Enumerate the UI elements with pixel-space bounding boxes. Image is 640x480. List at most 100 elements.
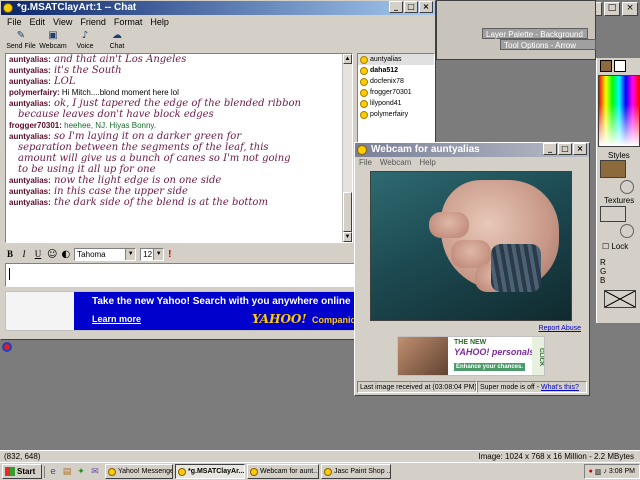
message-text: now the light edge is on one side [53, 175, 222, 186]
menu-edit[interactable]: Edit [30, 15, 46, 29]
voice-button[interactable]: ♪ Voice [69, 29, 101, 51]
lock-icon[interactable]: ☐ [602, 242, 609, 251]
message-sender[interactable]: auntyalias: [9, 132, 51, 141]
background-swatch[interactable] [614, 60, 626, 72]
tool-options-title[interactable]: Tool Options - Arrow [500, 39, 596, 50]
italic-button[interactable]: I [19, 249, 29, 259]
scroll-thumb[interactable] [343, 192, 352, 232]
messenger-tray-icon[interactable]: ● [589, 468, 593, 475]
user-list-item[interactable]: daha512 [358, 65, 434, 76]
message-sender[interactable]: auntyalias: [9, 66, 51, 75]
webcam-titlebar[interactable]: Webcam for auntyalias _ □ × [355, 143, 589, 157]
textures-swatch[interactable] [600, 206, 626, 222]
size-select[interactable]: 12 ▼ [140, 247, 165, 261]
webcam-menu-help[interactable]: Help [419, 157, 435, 169]
chat-message: auntyalias: so I'm laying it on a darker… [6, 131, 352, 142]
message-text: separation between the segments of the l… [18, 142, 269, 153]
textures-toggle-icon[interactable] [620, 224, 634, 238]
message-sender[interactable]: polymerfairy: [9, 88, 60, 97]
styles-toggle-icon[interactable] [620, 180, 634, 194]
message-sender[interactable]: auntyalias: [9, 176, 51, 185]
menu-format[interactable]: Format [114, 15, 143, 29]
color-picker-palette[interactable] [598, 75, 640, 147]
scroll-down-icon[interactable]: ▼ [343, 232, 352, 242]
message-sender[interactable]: auntyalias: [9, 77, 51, 86]
message-sender[interactable]: auntyalias: [9, 55, 51, 64]
font-select[interactable]: Tahoma ▼ [74, 247, 137, 261]
chat-button[interactable]: ☁ Chat [101, 29, 133, 51]
scroll-up-icon[interactable]: ▲ [343, 54, 352, 64]
conversation-pane[interactable]: auntyalias: and that ain't Los Angeles au… [5, 53, 353, 243]
psp-close-button[interactable]: × [622, 2, 638, 16]
chat-close-button[interactable]: × [419, 1, 433, 13]
taskbar-button[interactable]: Jasc Paint Shop ... [321, 464, 391, 479]
foreground-swatch[interactable] [600, 60, 612, 72]
color-preview-box [604, 290, 636, 308]
webcam-status-bar: Last image received at (03:08:04 PM) Sup… [357, 381, 587, 393]
webcam-button[interactable]: ▣ Webcam [37, 29, 69, 51]
psp-tool-icon[interactable] [2, 342, 12, 352]
message-sender[interactable]: auntyalias: [9, 99, 51, 108]
taskbar-button[interactable]: Webcam for aunt... [247, 464, 319, 479]
taskbar-button-label: *g.MSATClayAr... [188, 468, 245, 475]
conversation-scrollbar[interactable]: ▲ ▼ [342, 54, 352, 242]
message-sender[interactable]: auntyalias: [9, 187, 51, 196]
show-desktop-icon[interactable]: ▤ [61, 466, 73, 478]
user-list-item[interactable]: frogger70301 [358, 87, 434, 98]
webcam-minimize-button[interactable]: _ [543, 143, 557, 155]
ad-tagline: Enhance your chances. [454, 363, 526, 371]
underline-button[interactable]: U [33, 249, 43, 259]
clock: 3:08 PM [608, 468, 635, 475]
webcam-menu-file[interactable]: File [359, 157, 372, 169]
user-list-item[interactable]: docfenix78 [358, 76, 434, 87]
message-sender[interactable]: auntyalias: [9, 198, 51, 207]
webcam-maximize-button[interactable]: □ [558, 143, 572, 155]
webcam-menu-webcam[interactable]: Webcam [380, 157, 411, 169]
styles-swatch[interactable] [600, 160, 626, 178]
cursor-coordinates: (832, 648) [4, 452, 41, 461]
menu-view[interactable]: View [53, 15, 72, 29]
whats-this-link[interactable]: What's this? [541, 384, 579, 391]
message-input[interactable] [5, 263, 357, 287]
start-button[interactable]: Start [2, 464, 42, 479]
menu-friend[interactable]: Friend [80, 15, 106, 29]
bold-button[interactable]: B [5, 249, 15, 259]
layer-palette-title[interactable]: Layer Palette - Background [482, 28, 588, 39]
report-abuse-link[interactable]: Report Abuse [539, 325, 581, 332]
user-list-item[interactable]: lilypond41 [358, 98, 434, 109]
windows-taskbar: Start e ▤ ✦ ✉ Yahoo! Messenger *g.MSATCla… [0, 462, 640, 480]
ad-click-button[interactable]: CLICK [532, 337, 544, 375]
alert-icon[interactable]: ! [168, 249, 171, 260]
volume-tray-icon[interactable]: ♪ [603, 468, 607, 475]
emoticon-icon[interactable]: ☺ [47, 249, 57, 260]
menu-help[interactable]: Help [150, 15, 169, 29]
internet-explorer-icon[interactable]: e [47, 466, 59, 478]
taskbar-button[interactable]: Yahoo! Messenger [105, 464, 173, 479]
color-icon[interactable]: ◐ [61, 249, 70, 260]
psp-maximize-button[interactable]: □ [604, 2, 620, 16]
taskbar-button[interactable]: *g.MSATClayAr... [175, 464, 245, 479]
chat-message: auntyalias: it's the South [6, 65, 352, 76]
yahoo-personals-ad[interactable]: THE NEW YAHOO! personals Enhance your ch… [397, 336, 545, 376]
user-status-icon [360, 55, 368, 64]
network-tray-icon[interactable]: ▥ [595, 468, 602, 476]
outlook-icon[interactable]: ✉ [89, 466, 101, 478]
learn-more-link[interactable]: Learn more [92, 314, 141, 324]
user-name: lilypond41 [370, 100, 402, 107]
webcam-window-icon [357, 145, 367, 155]
user-list-item[interactable]: auntyalias [358, 54, 434, 65]
user-list-item[interactable]: polymerfairy [358, 109, 434, 120]
chat-maximize-button[interactable]: □ [404, 1, 418, 13]
windows-logo-icon [5, 467, 15, 476]
message-sender[interactable]: frogger70301: [9, 121, 62, 130]
webcam-close-button[interactable]: × [573, 143, 587, 155]
user-name: polymerfairy [370, 111, 409, 118]
yahoo-search-ad[interactable]: Take the new Yahoo! Search with you anyw… [5, 291, 357, 331]
menu-file[interactable]: File [7, 15, 22, 29]
send-file-button[interactable]: ✎ Send File [5, 29, 37, 51]
r-label: R [600, 258, 606, 267]
chat-titlebar[interactable]: *g.MSATClayArt:1 -- Chat _ □ × [1, 1, 435, 15]
chat-message: polymerfairy: Hi Mitch....blond moment h… [6, 87, 352, 98]
chat-minimize-button[interactable]: _ [389, 1, 403, 13]
media-player-icon[interactable]: ✦ [75, 466, 87, 478]
